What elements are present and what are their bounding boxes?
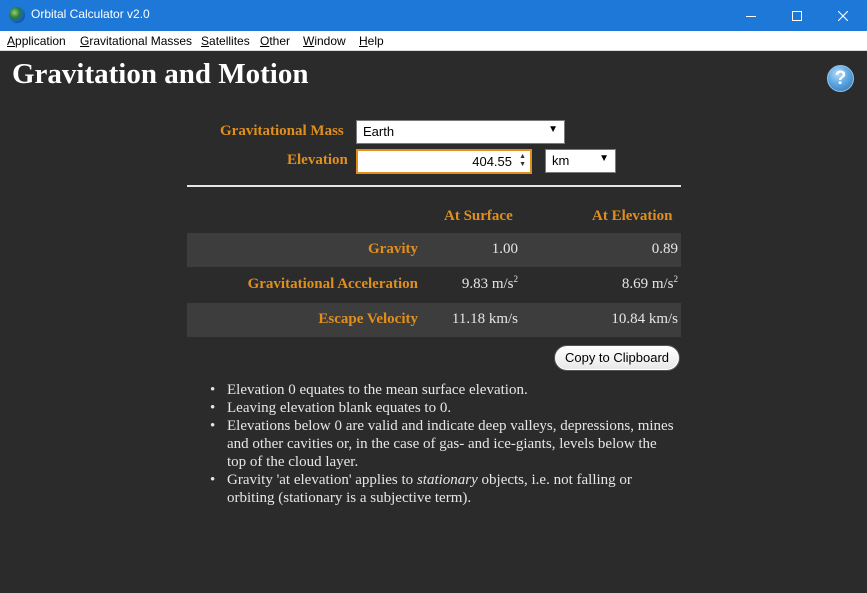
main-content: Gravitation and Motion ? Gravitational M…	[1, 52, 866, 592]
menu-help[interactable]: Help	[359, 34, 384, 48]
unit-select-value: km	[552, 153, 570, 168]
row-label: Gravity	[368, 241, 418, 257]
list-item: Leaving elevation blank equates to 0.	[207, 399, 677, 417]
elevation-label: Elevation	[287, 152, 348, 168]
spinner-icon[interactable]: ▲ ▼	[519, 153, 526, 169]
close-icon	[838, 10, 848, 21]
mass-label: Gravitational Mass	[220, 123, 344, 139]
list-item: Gravity 'at elevation' applies to statio…	[207, 471, 677, 507]
mass-select[interactable]: Earth ▼	[356, 120, 565, 144]
maximize-button[interactable]	[774, 0, 820, 31]
chevron-down-icon: ▼	[599, 153, 609, 164]
result-row-escape-velocity: Escape Velocity 11.18 km/s 10.84 km/s	[187, 303, 681, 337]
window-title: Orbital Calculator v2.0	[31, 7, 150, 21]
elevation-value: 404.55	[472, 154, 512, 169]
help-icon[interactable]: ?	[827, 65, 854, 92]
divider	[187, 185, 681, 187]
chevron-down-icon: ▼	[548, 124, 558, 135]
globe-icon	[9, 7, 25, 23]
menu-bar: Application Gravitational Masses Satelli…	[0, 31, 867, 51]
unit-select[interactable]: km ▼	[545, 149, 616, 173]
minimize-icon	[746, 15, 756, 17]
maximize-icon	[792, 10, 802, 21]
menu-satellites[interactable]: Satellites	[201, 34, 250, 48]
col-header-surface: At Surface	[444, 208, 513, 224]
acceleration-surface-value: 9.83 m/s2	[461, 274, 518, 293]
acceleration-elevation-value: 8.69 m/s2	[621, 274, 678, 293]
elevation-input[interactable]: 404.55 ▲ ▼	[356, 149, 532, 174]
title-bar: Orbital Calculator v2.0	[0, 0, 867, 31]
copy-to-clipboard-button[interactable]: Copy to Clipboard	[555, 346, 679, 370]
menu-application[interactable]: Application	[7, 34, 66, 48]
list-item: Elevations below 0 are valid and indicat…	[207, 417, 677, 471]
col-header-elevation: At Elevation	[592, 208, 673, 224]
row-label: Escape Velocity	[318, 311, 418, 327]
result-row-acceleration: Gravitational Acceleration 9.83 m/s2 8.6…	[187, 268, 681, 302]
menu-gravitational-masses[interactable]: Gravitational Masses	[80, 34, 192, 48]
escape-elevation-value: 10.84 km/s	[611, 311, 678, 327]
mass-select-value: Earth	[363, 124, 395, 139]
gravity-elevation-value: 0.89	[651, 241, 678, 257]
result-row-gravity: Gravity 1.00 0.89	[187, 233, 681, 267]
gravity-surface-value: 1.00	[491, 241, 518, 257]
minimize-button[interactable]	[728, 0, 774, 31]
list-item: Elevation 0 equates to the mean surface …	[207, 381, 677, 399]
menu-other[interactable]: Other	[260, 34, 290, 48]
row-label: Gravitational Acceleration	[247, 276, 418, 292]
page-title: Gravitation and Motion	[12, 58, 309, 90]
close-button[interactable]	[820, 0, 866, 31]
notes-list: Elevation 0 equates to the mean surface …	[207, 381, 677, 507]
escape-surface-value: 11.18 km/s	[451, 311, 518, 327]
menu-window[interactable]: Window	[303, 34, 346, 48]
